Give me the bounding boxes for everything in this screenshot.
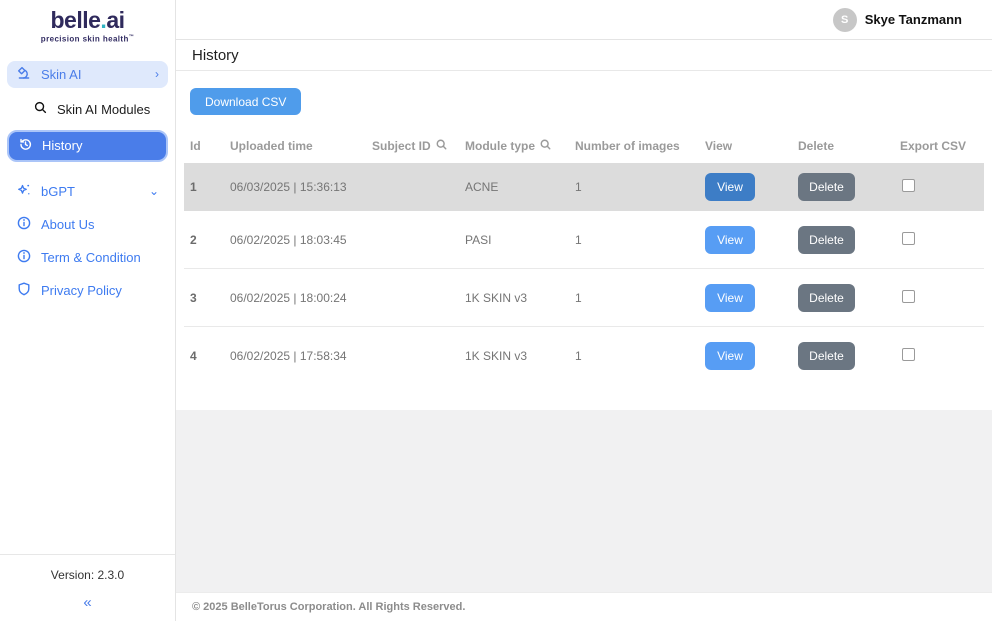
download-csv-button[interactable]: Download CSV [190, 88, 301, 115]
brand-name: belle.ai [0, 8, 175, 33]
cell-id: 3 [190, 291, 230, 305]
info-icon [16, 215, 32, 234]
footer: © 2025 BelleTorus Corporation. All Right… [176, 592, 992, 621]
app-root: belle.ai precision skin health™ Skin AI … [0, 0, 992, 621]
avatar: S [833, 8, 857, 32]
brand-tagline: precision skin health™ [0, 34, 175, 44]
sidebar-item-history[interactable]: History [7, 130, 168, 162]
sidebar-item-privacy-policy[interactable]: Privacy Policy [7, 277, 168, 304]
sidebar-footer: Version: 2.3.0 « [0, 554, 175, 621]
column-header-uploaded-time: Uploaded time [230, 139, 372, 153]
column-header-number-of-images: Number of images [575, 139, 705, 153]
search-icon[interactable] [539, 138, 552, 154]
content-background [176, 410, 992, 592]
cell-uploaded-time: 06/02/2025 | 18:03:45 [230, 233, 372, 247]
export-csv-checkbox[interactable] [902, 290, 915, 303]
cell-id: 2 [190, 233, 230, 247]
cell-id: 1 [190, 180, 230, 194]
column-header-module-type: Module type [465, 138, 575, 154]
search-icon [33, 100, 48, 118]
sidebar-item-skin-ai[interactable]: Skin AI › [7, 61, 168, 88]
table-row: 4 06/02/2025 | 17:58:34 1K SKIN v3 1 Vie… [184, 327, 984, 385]
copyright-text: © 2025 BelleTorus Corporation. All Right… [192, 601, 465, 613]
cell-uploaded-time: 06/02/2025 | 17:58:34 [230, 349, 372, 363]
column-header-export-csv: Export CSV [900, 139, 984, 153]
user-menu[interactable]: S Skye Tanzmann [833, 8, 962, 32]
sidebar-item-skin-ai-modules[interactable]: Skin AI Modules [7, 96, 168, 123]
chevron-right-icon: › [155, 68, 159, 80]
delete-button[interactable]: Delete [798, 173, 855, 201]
delete-button[interactable]: Delete [798, 284, 855, 312]
table-row: 2 06/02/2025 | 18:03:45 PASI 1 View Dele… [184, 211, 984, 269]
brand-logo[interactable]: belle.ai precision skin health™ [0, 0, 175, 44]
top-header-bar: S Skye Tanzmann [176, 0, 992, 40]
column-header-subject-id: Subject ID [372, 138, 465, 154]
view-button[interactable]: View [705, 226, 755, 254]
cell-number-of-images: 1 [575, 291, 705, 305]
cell-module-type: 1K SKIN v3 [465, 291, 575, 305]
column-header-delete: Delete [798, 139, 900, 153]
sidebar-item-bgpt[interactable]: bGPT ⌄ [7, 178, 168, 205]
history-panel: Download CSV Id Uploaded time Subject ID… [176, 71, 992, 410]
delete-button[interactable]: Delete [798, 342, 855, 370]
sidebar-item-label: History [42, 138, 82, 153]
sidebar-nav: Skin AI › Skin AI Modules [0, 58, 175, 307]
cell-number-of-images: 1 [575, 180, 705, 194]
collapse-sidebar-icon[interactable]: « [0, 594, 175, 611]
export-csv-checkbox[interactable] [902, 179, 915, 192]
cell-module-type: 1K SKIN v3 [465, 349, 575, 363]
table-row: 1 06/03/2025 | 15:36:13 ACNE 1 View Dele… [184, 163, 984, 211]
export-csv-checkbox[interactable] [902, 232, 915, 245]
view-button[interactable]: View [705, 173, 755, 201]
table-header-row: Id Uploaded time Subject ID Module type [184, 129, 984, 163]
sidebar-item-term-condition[interactable]: Term & Condition [7, 244, 168, 271]
user-name: Skye Tanzmann [865, 12, 962, 27]
sidebar-item-label: Skin AI Modules [57, 102, 150, 117]
sidebar-item-label: Privacy Policy [41, 283, 122, 298]
cell-uploaded-time: 06/02/2025 | 18:00:24 [230, 291, 372, 305]
delete-button[interactable]: Delete [798, 226, 855, 254]
export-csv-checkbox[interactable] [902, 348, 915, 361]
column-header-view: View [705, 139, 798, 153]
page-title-bar: History [176, 40, 992, 71]
view-button[interactable]: View [705, 342, 755, 370]
cell-id: 4 [190, 349, 230, 363]
table-row: 3 06/02/2025 | 18:00:24 1K SKIN v3 1 Vie… [184, 269, 984, 327]
shield-icon [16, 281, 32, 300]
cell-number-of-images: 1 [575, 233, 705, 247]
cell-module-type: ACNE [465, 180, 575, 194]
column-header-id: Id [190, 139, 230, 153]
sidebar: belle.ai precision skin health™ Skin AI … [0, 0, 176, 621]
main-area: S Skye Tanzmann History Download CSV Id … [176, 0, 992, 621]
chevron-down-icon: ⌄ [149, 185, 159, 197]
view-button[interactable]: View [705, 284, 755, 312]
cell-module-type: PASI [465, 233, 575, 247]
page-title: History [192, 47, 239, 64]
search-icon[interactable] [435, 138, 448, 154]
sidebar-item-label: Skin AI [41, 67, 81, 82]
sidebar-item-label: Term & Condition [41, 250, 141, 265]
sidebar-item-label: bGPT [41, 184, 75, 199]
microscope-icon [16, 65, 32, 84]
history-icon [18, 137, 33, 155]
cell-number-of-images: 1 [575, 349, 705, 363]
sparkles-icon [16, 182, 32, 201]
sidebar-item-label: About Us [41, 217, 94, 232]
sidebar-item-about-us[interactable]: About Us [7, 211, 168, 238]
app-version: Version: 2.3.0 [0, 568, 175, 582]
info-icon [16, 248, 32, 267]
cell-uploaded-time: 06/03/2025 | 15:36:13 [230, 180, 372, 194]
